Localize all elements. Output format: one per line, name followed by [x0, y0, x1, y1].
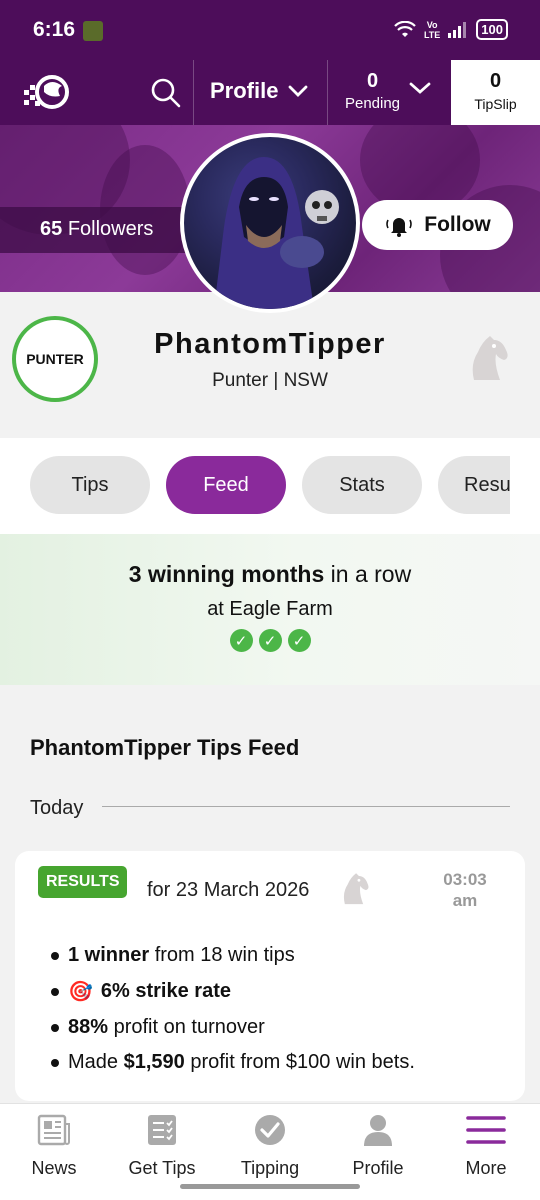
day-separator-line	[102, 806, 510, 807]
status-time: 6:16	[33, 18, 76, 41]
streak-headline-bold: 3 winning months	[128, 561, 325, 587]
tab-results[interactable]: Results	[438, 456, 510, 514]
status-icons: Vo LTE 100	[394, 19, 508, 40]
check-icon: ✓	[229, 629, 253, 652]
status-bar: 6:16 Vo LTE 100	[0, 0, 540, 60]
streak-venue: at Eagle Farm	[207, 598, 333, 620]
home-indicator[interactable]	[180, 1184, 360, 1189]
tipslip-count: 0	[489, 70, 502, 92]
nav-get-tips-label: Get Tips	[128, 1158, 196, 1178]
nav-profile[interactable]: Profile	[324, 1110, 432, 1179]
profile-menu-button[interactable]: Profile	[210, 78, 308, 104]
tab-tips[interactable]: Tips	[30, 456, 150, 514]
nav-tipping[interactable]: Tipping	[216, 1110, 324, 1179]
results-card[interactable]: RESULTS for 23 March 2026 03:03 am 1 win…	[15, 851, 525, 1101]
avatar-image	[214, 157, 339, 309]
followers-count[interactable]: 65 Followers	[40, 218, 153, 241]
volte-indicator: Vo LTE	[423, 19, 441, 40]
horse-head-icon	[472, 336, 508, 380]
stat-text: profit from $100 win bets.	[184, 1051, 415, 1073]
nav-divider	[193, 60, 194, 125]
horse-head-icon	[343, 873, 369, 905]
profile-subtitle: Punter | NSW	[212, 370, 328, 391]
results-stats-list: 1 winner from 18 win tips 🎯 6% strike rat…	[51, 944, 415, 1086]
streak-headline-rest: in a row	[324, 561, 412, 587]
pending-button[interactable]: 0 Pending	[330, 70, 415, 112]
signal-icon	[448, 21, 467, 38]
profile-header: PUNTER PhantomTipper Punter | NSW	[0, 292, 540, 438]
search-icon[interactable]	[148, 75, 184, 111]
nav-tipping-label: Tipping	[240, 1158, 300, 1178]
chevron-down-icon	[289, 85, 308, 97]
stat-text: profit on turnover	[108, 1016, 265, 1038]
tipslip-label: TipSlip	[474, 96, 517, 112]
wifi-icon	[394, 20, 416, 37]
pending-count: 0	[366, 70, 379, 92]
target-icon: 🎯	[68, 981, 93, 1003]
stat-bold: 1 winner	[68, 944, 150, 966]
stat-text: Made	[68, 1051, 124, 1073]
bell-icon	[386, 218, 413, 237]
day-separator-label: Today	[30, 797, 84, 819]
nav-more-label: More	[465, 1158, 507, 1178]
profile-username: PhantomTipper	[154, 328, 386, 360]
list-item: 1 winner from 18 win tips	[51, 944, 415, 967]
profile-menu-label: Profile	[210, 78, 279, 103]
tab-feed[interactable]: Feed	[166, 456, 286, 514]
stat-bold: 88%	[68, 1016, 109, 1038]
stat-bold: $1,590	[123, 1051, 185, 1073]
top-navigation: Profile 0 Pending 0 TipSlip	[0, 60, 540, 125]
nav-profile-label: Profile	[352, 1158, 404, 1178]
results-badge: RESULTS	[38, 866, 128, 898]
pending-label: Pending	[344, 95, 401, 112]
profile-tabs-bar: Tips Feed Stats Results	[0, 438, 540, 534]
stat-bold: 6% strike rate	[100, 980, 231, 1002]
follow-button[interactable]: Follow	[362, 200, 513, 250]
news-icon	[37, 1114, 70, 1146]
get-tips-icon	[148, 1115, 176, 1145]
list-item: 🎯 6% strike rate	[51, 979, 415, 1004]
tipping-icon	[255, 1115, 285, 1145]
profile-icon	[364, 1115, 392, 1146]
battery-icon: 100	[476, 19, 508, 40]
nav-news-label: News	[31, 1158, 77, 1178]
list-item: 88% profit on turnover	[51, 1016, 415, 1039]
profile-avatar	[180, 133, 360, 313]
followers-label: Followers	[67, 218, 154, 240]
profile-tabs: Tips Feed Stats Results	[30, 456, 510, 516]
followers-number: 65	[40, 218, 63, 240]
nav-get-tips[interactable]: Get Tips	[108, 1110, 216, 1179]
check-icon: ✓	[287, 629, 311, 652]
nav-more[interactable]: More	[432, 1110, 540, 1179]
brand-logo[interactable]	[20, 72, 74, 112]
tipslip-button[interactable]: 0 TipSlip	[451, 60, 540, 125]
results-time: 03:03 am	[435, 869, 495, 911]
more-icon	[466, 1116, 506, 1144]
streak-headline: 3 winning months in a row	[0, 561, 540, 588]
nav-news[interactable]: News	[0, 1110, 108, 1179]
follow-label: Follow	[424, 213, 491, 236]
winning-streak-banner: 3 winning months in a row at Eagle Farm …	[0, 534, 540, 685]
feed-title: PhantomTipper Tips Feed	[30, 735, 300, 760]
streak-checks: ✓ ✓ ✓	[0, 629, 540, 652]
pending-chevron-down-icon[interactable]	[408, 81, 432, 95]
app-notification-icon	[83, 21, 103, 41]
stat-text: from 18 win tips	[149, 944, 295, 966]
tab-stats[interactable]: Stats	[302, 456, 422, 514]
results-date: for 23 March 2026	[147, 879, 310, 901]
results-time-ampm: am	[452, 891, 478, 910]
list-item: Made $1,590 profit from $100 win bets.	[51, 1051, 415, 1074]
tips-feed: PhantomTipper Tips Feed Today RESULTS fo…	[0, 685, 540, 1103]
check-icon: ✓	[258, 629, 282, 652]
results-time-hm: 03:03	[443, 870, 487, 889]
nav-divider	[327, 60, 328, 125]
